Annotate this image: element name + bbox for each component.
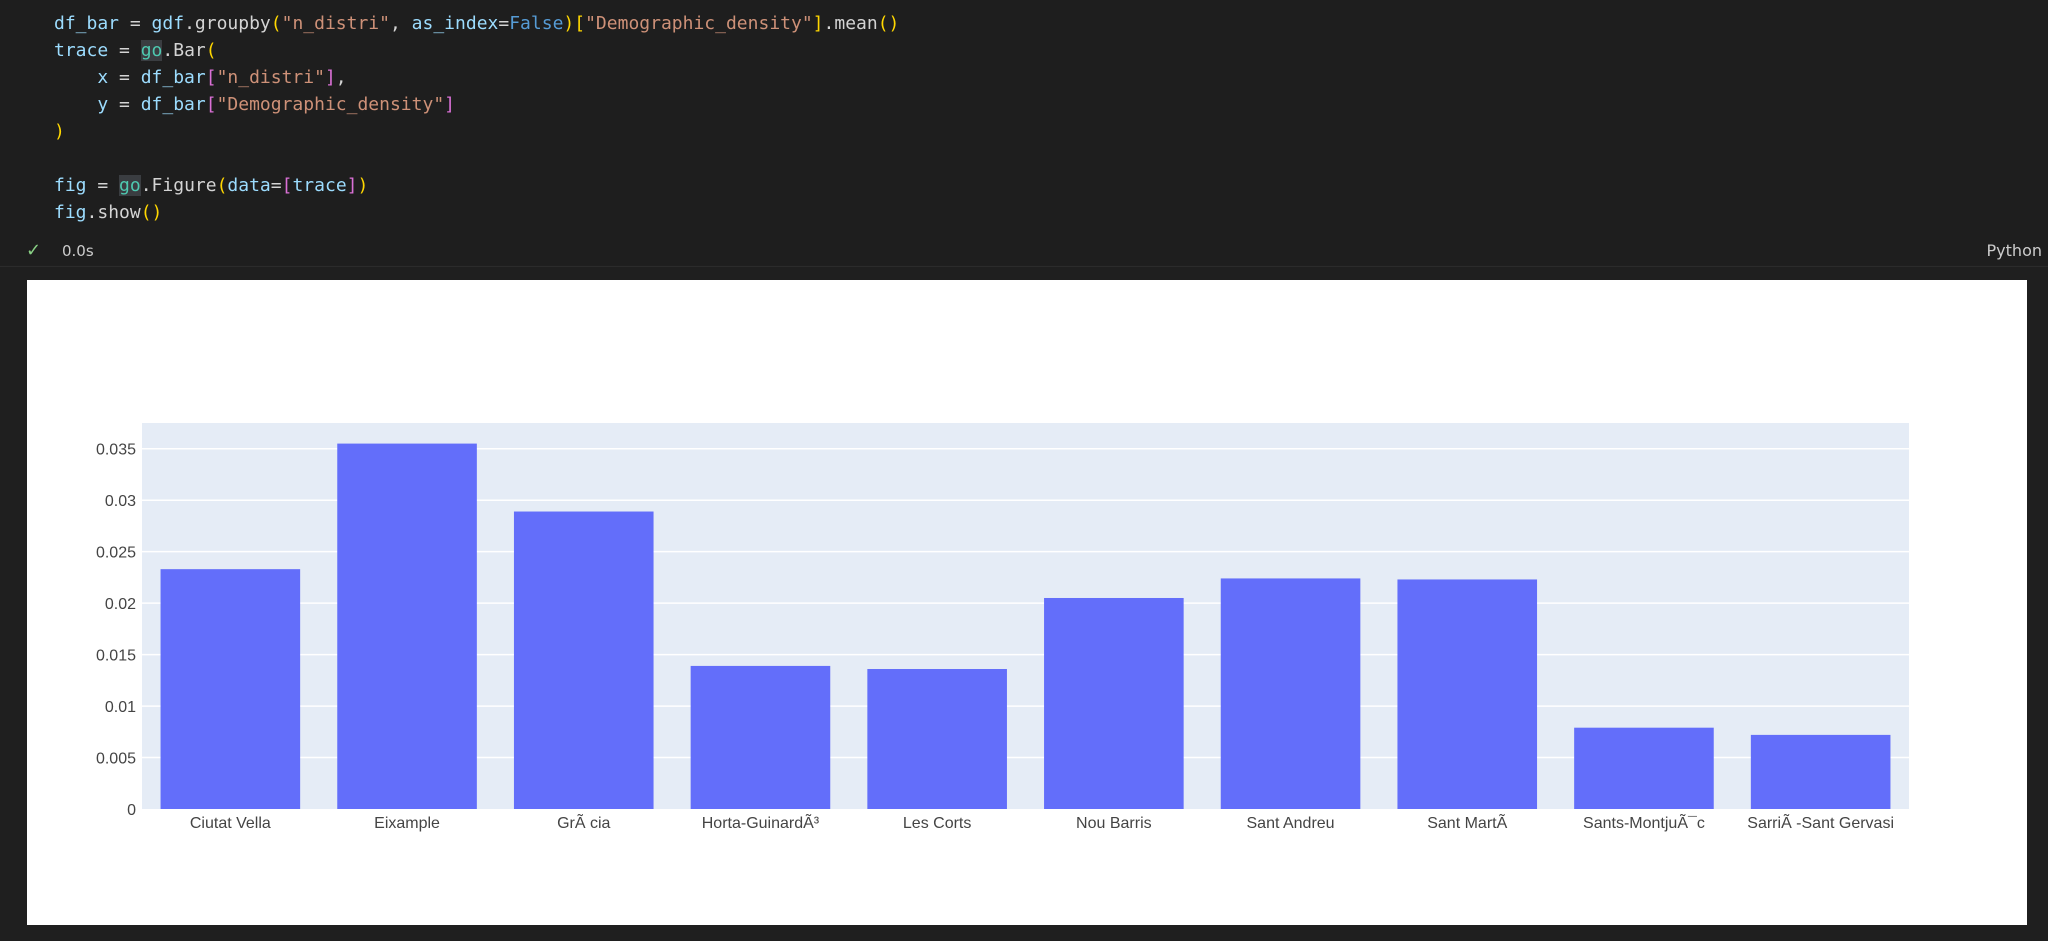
code-token: trace [54, 40, 109, 61]
code-token: fig [54, 202, 87, 223]
code-token: df_bar [140, 67, 206, 88]
bar[interactable] [337, 443, 477, 809]
code-token: () [140, 202, 163, 223]
code-token: .Figure [140, 175, 217, 196]
code-token: ] [812, 13, 824, 34]
code-token: , [335, 67, 347, 88]
x-tick-label: Ciutat Vella [190, 815, 271, 832]
x-tick-label: GrÃ cia [557, 812, 610, 832]
y-tick-label: 0.035 [96, 442, 136, 459]
y-tick-label: 0.005 [96, 751, 136, 768]
bar[interactable] [513, 511, 654, 809]
code-token: False [509, 13, 564, 34]
code-token: as_index [411, 13, 499, 34]
code-token: = [108, 94, 141, 115]
code-token: ( [205, 40, 217, 61]
code-line-8: fig.show() [54, 199, 899, 226]
code-cell[interactable]: df_bar = gdf.groupby("n_distri", as_inde… [0, 0, 2048, 265]
bar[interactable] [1750, 734, 1891, 809]
cell-status-bar: ✓ 0.0s Python [0, 236, 2048, 267]
code-token: [ [205, 67, 217, 88]
x-tick-label: Sant Andreu [1247, 815, 1335, 832]
code-token: fig [54, 175, 87, 196]
x-tick-label: Les Corts [903, 815, 971, 832]
code-line-2: trace = go.Bar( [54, 37, 899, 64]
code-line-4: y = df_bar["Demographic_density"] [54, 91, 899, 118]
code-token: "n_distri" [216, 67, 325, 88]
code-token: ) [357, 175, 369, 196]
code-line-3: x = df_bar["n_distri"], [54, 64, 899, 91]
bar-chart[interactable]: 0 0.005 0.01 0.015 0.02 0.025 0.03 0.035 Ciutat … [27, 280, 2027, 925]
code-token: .Bar [162, 40, 206, 61]
bar[interactable] [1397, 579, 1538, 809]
x-tick-label: Sants-MontjuÃ¯c [1583, 812, 1705, 832]
x-tick-label: Nou Barris [1076, 815, 1152, 832]
code-token: = [270, 175, 282, 196]
code-token: () [877, 13, 900, 34]
code-line-7: fig = go.Figure(data=[trace]) [54, 172, 899, 199]
code-editor[interactable]: df_bar = gdf.groupby("n_distri", as_inde… [54, 10, 899, 226]
bar[interactable] [160, 569, 301, 809]
code-token: , [389, 13, 412, 34]
bar[interactable] [1044, 597, 1184, 809]
success-check-icon: ✓ [26, 240, 42, 261]
code-token: ] [324, 67, 336, 88]
code-token: df_bar [54, 13, 120, 34]
code-token: [ [205, 94, 217, 115]
execution-duration: 0.0s [62, 242, 94, 260]
code-line-5: ) [54, 118, 899, 145]
code-token: ( [270, 13, 282, 34]
x-tick-label: Eixample [374, 815, 440, 832]
code-token: ] [444, 94, 455, 115]
code-token: go [119, 175, 141, 196]
code-token: gdf [151, 13, 185, 34]
code-token: "n_distri" [281, 13, 390, 34]
code-token: data [227, 175, 271, 196]
code-token: y [54, 94, 109, 115]
code-token: = [498, 13, 510, 34]
code-token: ) [563, 13, 575, 34]
code-token: = [86, 175, 120, 196]
code-token: x [54, 67, 109, 88]
y-tick-label: 0.01 [105, 699, 136, 716]
code-line-1: df_bar = gdf.groupby("n_distri", as_inde… [54, 10, 899, 37]
code-token: ] [346, 175, 358, 196]
code-token: ) [54, 121, 65, 142]
code-token: "Demographic_density" [216, 94, 445, 115]
y-tick-label: 0.03 [105, 493, 136, 510]
x-tick-label: SarriÃ -Sant Gervasi [1747, 812, 1894, 832]
kernel-language-button[interactable]: Python [1987, 241, 2042, 260]
code-token: .show [86, 202, 141, 223]
y-tick-label: 0.015 [96, 648, 136, 665]
code-token: .groupby [184, 13, 271, 34]
code-token: go [140, 40, 163, 61]
code-token: df_bar [140, 94, 206, 115]
code-token: ( [216, 175, 228, 196]
y-tick-label: 0.02 [105, 596, 136, 613]
code-token: .mean [823, 13, 878, 34]
code-token: trace [292, 175, 347, 196]
code-token: "Demographic_density" [585, 13, 813, 34]
x-tick-label: Horta-GuinardÃ³ [702, 812, 820, 832]
y-tick-label: 0 [127, 802, 136, 819]
code-token: = [119, 13, 152, 34]
bar[interactable] [1220, 578, 1361, 809]
bar[interactable] [690, 665, 831, 809]
cell-output: 0 0.005 0.01 0.015 0.02 0.025 0.03 0.035 Ciutat … [27, 280, 2027, 925]
code-token: = [108, 67, 141, 88]
bar[interactable] [1574, 727, 1714, 809]
bar[interactable] [867, 669, 1007, 809]
x-tick-label: Sant MartÃ [1427, 812, 1507, 832]
y-tick-label: 0.025 [96, 545, 136, 562]
code-token: [ [574, 13, 586, 34]
code-token: = [108, 40, 141, 61]
code-token: [ [281, 175, 293, 196]
